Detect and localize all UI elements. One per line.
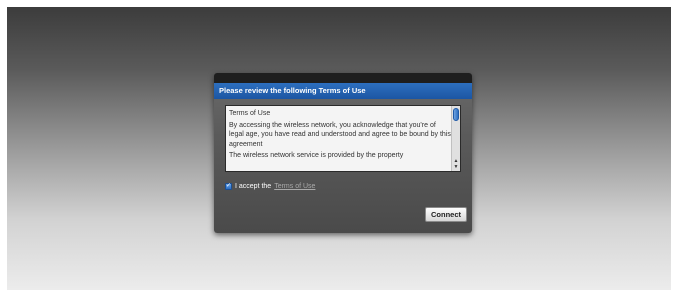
scrollbar-thumb[interactable] — [453, 108, 459, 121]
terms-text: Terms of Use By accessing the wireless n… — [229, 109, 451, 163]
terms-dialog: Please review the following Terms of Use… — [214, 73, 472, 233]
connect-button[interactable]: Connect — [425, 207, 467, 222]
terms-of-use-link[interactable]: Terms of Use — [274, 183, 315, 190]
terms-scrollbar[interactable]: ▲ ▼ — [451, 106, 460, 171]
accept-terms-checkbox[interactable]: ✓ — [225, 182, 232, 190]
accept-terms-row: ✓ I accept the Terms of Use — [225, 181, 315, 191]
background-screen: Please review the following Terms of Use… — [7, 7, 671, 290]
dialog-header: Please review the following Terms of Use — [214, 83, 472, 99]
terms-paragraph: The wireless network service is provided… — [229, 152, 404, 159]
terms-paragraph: By accessing the wireless network, you a… — [229, 121, 451, 148]
accept-terms-label: I accept the — [235, 182, 272, 190]
terms-scroll-box[interactable]: Terms of Use By accessing the wireless n… — [225, 105, 461, 172]
arrow-down-icon[interactable]: ▼ — [453, 165, 459, 170]
dialog-top-bar — [214, 73, 472, 83]
terms-title: Terms of Use — [229, 110, 271, 117]
